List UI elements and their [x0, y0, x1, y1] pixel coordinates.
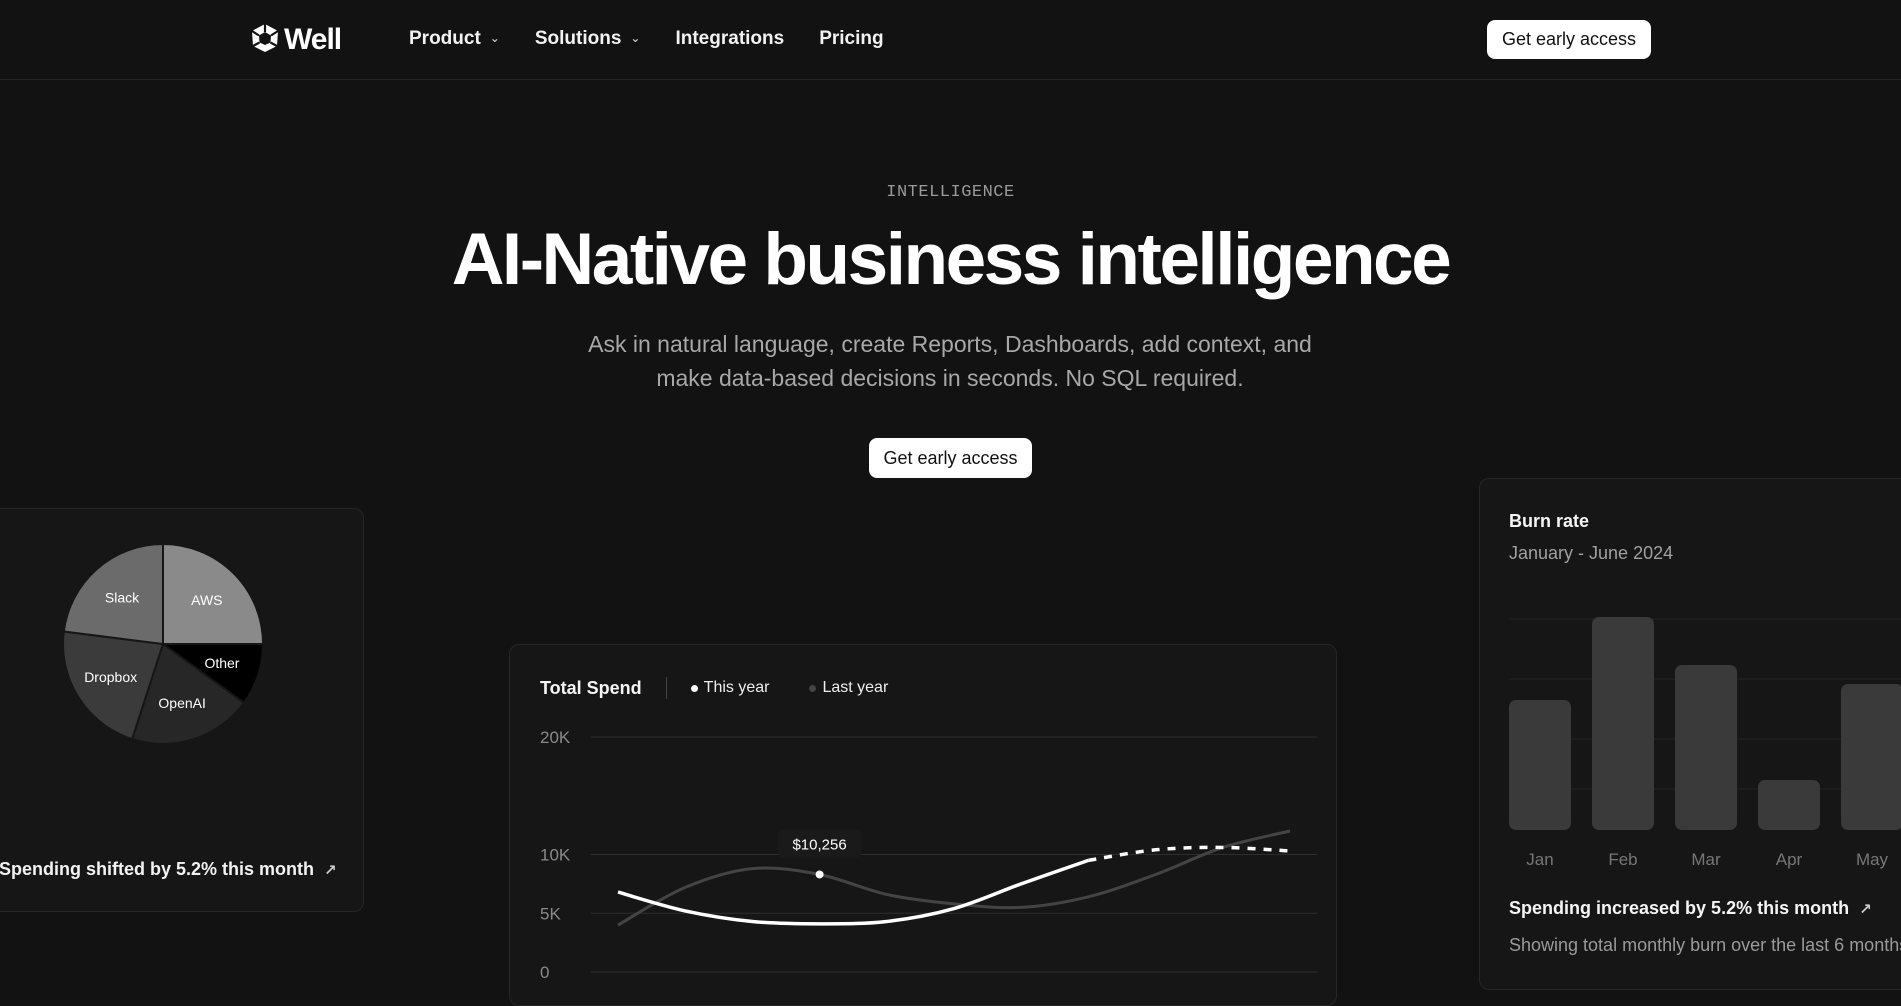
bar-may: [1841, 684, 1901, 830]
bar-apr: [1758, 780, 1820, 830]
hero-eyebrow: INTELLIGENCE: [886, 183, 1015, 202]
line-card-header: Total Spend This year Last year: [540, 677, 928, 699]
line-card-title: Total Spend: [540, 677, 642, 698]
legend-this-year: This year: [690, 679, 770, 697]
line-chart: 20K 10K 5K 0 $10,256: [540, 728, 1317, 982]
bar-footer-text: Spending increased by 5.2% this month: [1509, 898, 1850, 918]
bar-feb: [1592, 617, 1654, 830]
header-divider: [665, 677, 667, 699]
nav-item-label: Integrations: [675, 28, 785, 49]
nav-links: Product ⌄ Solutions ⌄ Integrations Prici…: [409, 28, 919, 50]
spending-pie-card: AWS Other OpenAI Dropbox Slack Spending shif…: [0, 508, 364, 912]
series-this-year-projection: [1088, 845, 1291, 863]
bar-card-footer: Spending increased by 5.2% this month ↗: [1509, 898, 1872, 919]
series-this-year-line: [617, 858, 1089, 926]
nav-item-product[interactable]: Product ⌄: [409, 28, 500, 50]
y-tick-label: 10K: [540, 846, 571, 865]
legend-label: Last year: [822, 679, 889, 696]
burn-rate-card: Burn rate January - June 2024 Jan Feb Mar A…: [1479, 478, 1901, 990]
hero-title: AI-Native business intelligence: [451, 219, 1452, 300]
hero-subtitle-line: Ask in natural language, create Reports,…: [588, 331, 1312, 357]
nav-item-integrations[interactable]: Integrations: [675, 28, 784, 50]
nav-item-label: Pricing: [819, 28, 884, 49]
hero-subtitle: Ask in natural language, create Reports,…: [550, 327, 1350, 395]
chevron-down-icon: ⌄: [630, 31, 641, 45]
trending-up-icon: ↗: [324, 861, 337, 879]
nav-item-solutions[interactable]: Solutions ⌄: [535, 28, 641, 50]
pie-footer-text: Spending shifted by 5.2% this month: [0, 859, 315, 879]
y-tick-label: 5K: [540, 904, 561, 923]
bar-mar: [1675, 665, 1737, 830]
logo-mark-icon: [250, 23, 280, 58]
hero-get-early-access-button[interactable]: Get early access: [869, 438, 1032, 478]
x-tick-label: Apr: [1776, 850, 1803, 869]
logo[interactable]: Well: [250, 22, 342, 58]
pie-label-dropbox: Dropbox: [84, 669, 137, 685]
series-last-year-line: [617, 829, 1291, 927]
x-tick-label: Jan: [1526, 850, 1553, 869]
nav-get-early-access-button[interactable]: Get early access: [1487, 20, 1651, 59]
y-tick-label: 20K: [540, 728, 571, 747]
legend-dot: [809, 684, 817, 692]
pie-label-openai: OpenAI: [158, 695, 205, 711]
legend-label: This year: [703, 679, 770, 696]
x-tick-label: May: [1856, 850, 1889, 869]
total-spend-card: 20K 10K 5K 0 $10,256 Total Spend This year L…: [509, 644, 1337, 1006]
pie-card-footer: Spending shifted by 5.2% this month ↗: [0, 859, 337, 880]
pie-label-slack: Slack: [105, 589, 140, 605]
top-nav: Well Product ⌄ Solutions ⌄ Integrations …: [0, 0, 1901, 80]
pie-label-aws: AWS: [191, 592, 222, 608]
logo-text: Well: [284, 23, 342, 56]
nav-item-label: Solutions: [534, 28, 622, 49]
pie-label-other: Other: [204, 655, 239, 671]
trending-up-icon: ↗: [1859, 900, 1872, 918]
tooltip-point: [815, 870, 824, 879]
x-tick-label: Feb: [1608, 850, 1637, 869]
pie-chart: AWS Other OpenAI Dropbox Slack: [62, 542, 265, 745]
legend-dot: [690, 684, 698, 692]
nav-item-label: Product: [409, 28, 481, 49]
hero-subtitle-line: make data-based decisions in seconds. No…: [656, 365, 1244, 391]
y-tick-label: 0: [540, 963, 549, 982]
bar-card-description: Showing total monthly burn over the last…: [1509, 935, 1901, 955]
x-tick-label: Mar: [1691, 850, 1721, 869]
legend-last-year: Last year: [809, 679, 888, 697]
tooltip-value: $10,256: [792, 836, 846, 853]
nav-item-pricing[interactable]: Pricing: [819, 28, 883, 50]
bar-jan: [1509, 700, 1571, 830]
chevron-down-icon: ⌄: [489, 31, 500, 45]
